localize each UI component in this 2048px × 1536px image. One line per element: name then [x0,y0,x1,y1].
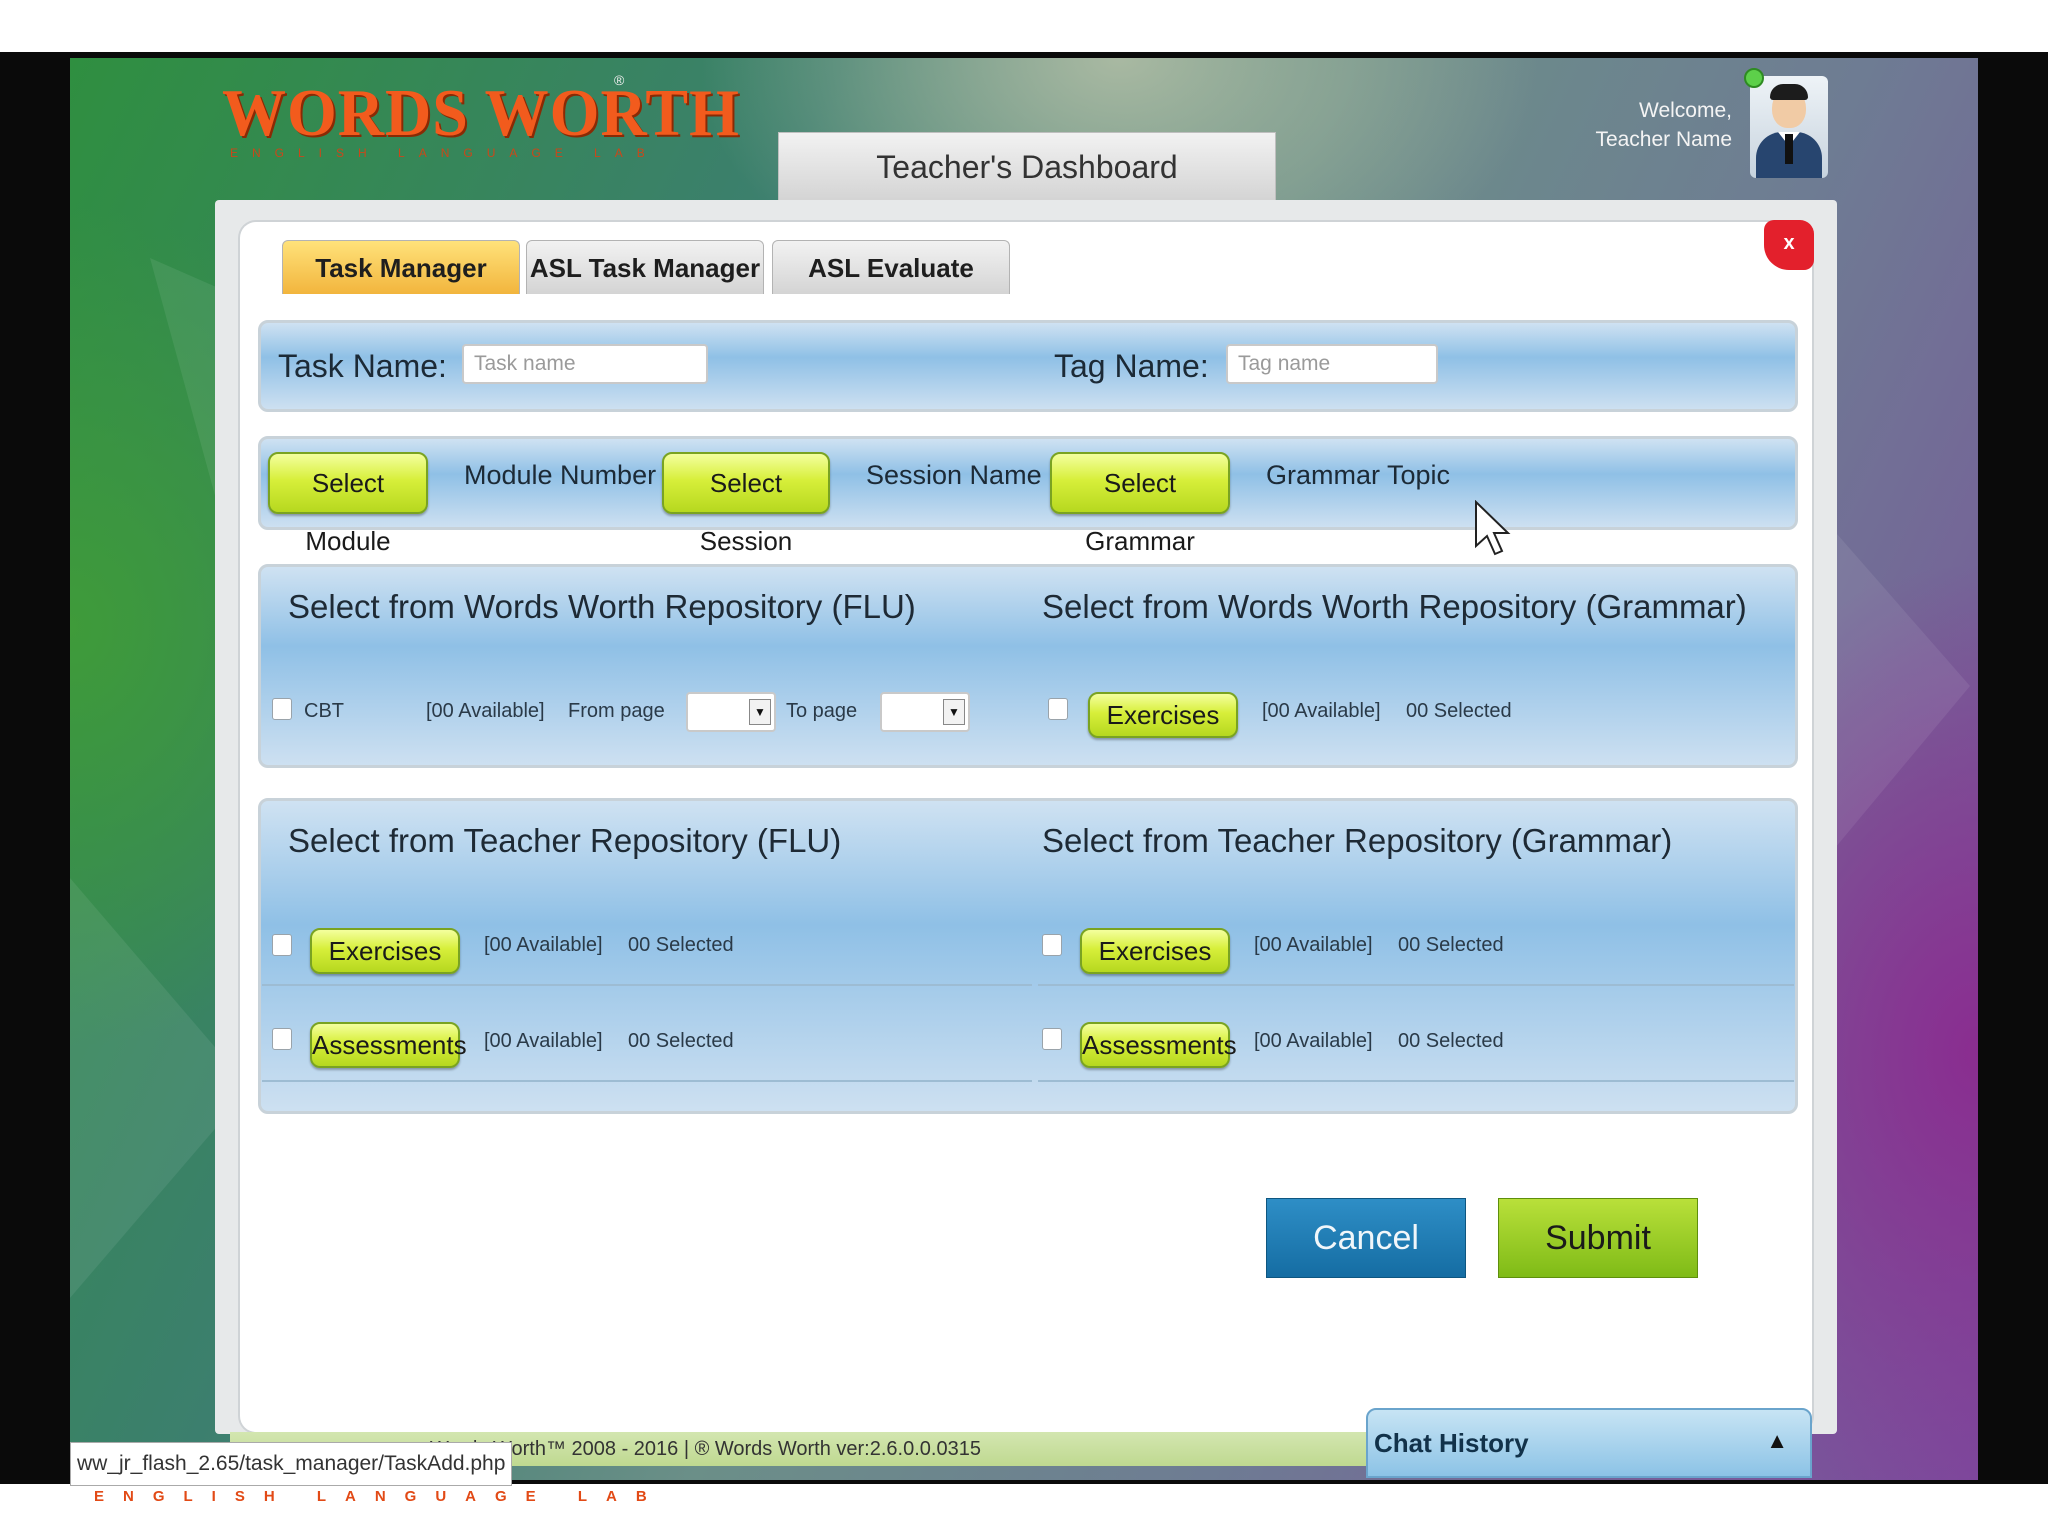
online-status-icon [1744,68,1764,88]
select-session-button[interactable]: Select Session [662,452,830,556]
teacher-flu-exercises-checkbox[interactable] [272,934,292,956]
ww-grammar-exercises-button[interactable]: Exercises [1088,692,1238,738]
row-divider [262,984,1032,986]
session-name-text: Session Name [866,460,1042,490]
tag-name-input[interactable] [1226,344,1438,384]
teacher-flu-exercises-button[interactable]: Exercises [310,928,460,974]
tab-asl-evaluate[interactable]: ASL Evaluate [772,240,1010,294]
teacher-flu-assessments-available: [00 Available] [484,1030,603,1052]
tag-name-label: Tag Name: [1054,348,1209,384]
grammar-topic-text: Grammar Topic [1266,460,1451,490]
select-module-button[interactable]: Select Module [268,452,428,556]
ww-grammar-available: [00 Available] [1262,700,1381,722]
teacher-grammar-exercises-checkbox[interactable] [1042,934,1062,956]
teacher-flu-exercises-available: [00 Available] [484,934,603,956]
chevron-down-icon: ▼ [943,699,965,725]
teacher-grammar-assessments-available: [00 Available] [1254,1030,1373,1052]
logo-subtitle: ENGLISH LANGUAGE LAB [230,146,659,160]
teacher-flu-assessments-checkbox[interactable] [272,1028,292,1050]
to-page-select[interactable]: ▼ [880,692,970,732]
teacher-grammar-exercises-button[interactable]: Exercises [1080,928,1230,974]
module-number-text: Module Number [464,460,657,490]
words-worth-logo: WORDS WORTH ® ENGLISH LANGUAGE LAB [222,72,740,166]
row-divider [1038,984,1794,986]
mouse-cursor-icon [1475,500,1511,556]
avatar-hair [1770,84,1808,100]
status-bar-url: ww_jr_flash_2.65/task_manager/TaskAdd.ph… [70,1442,513,1486]
welcome-message: Welcome, Teacher Name [1540,96,1732,154]
teacher-grammar-assessments-checkbox[interactable] [1042,1028,1062,1050]
chevron-down-icon: ▼ [749,699,771,725]
ww-grammar-checkbox[interactable] [1048,698,1068,720]
welcome-text: Welcome, [1639,99,1732,122]
teacher-flu-assessments-selected: 00 Selected [628,1030,734,1052]
logo-registered: ® [614,72,625,88]
teacher-name: Teacher Name [1595,128,1732,151]
cbt-label: CBT [304,700,344,722]
teacher-grammar-assessments-button[interactable]: Assessments [1080,1022,1237,1068]
expand-arrow-icon[interactable]: ▲ [1766,1428,1788,1454]
ww-grammar-title: Select from Words Worth Repository (Gram… [1042,588,1747,625]
ww-grammar-selected: 00 Selected [1406,700,1512,722]
tab-asl-task-manager[interactable]: ASL Task Manager [526,240,764,294]
from-page-select[interactable]: ▼ [686,692,776,732]
to-page-label: To page [786,700,858,722]
ww-flu-title: Select from Words Worth Repository (FLU) [288,588,916,625]
task-name-input[interactable] [462,344,708,384]
row-divider [262,1080,1032,1082]
avatar-tie [1785,134,1793,164]
select-grammar-button[interactable]: Select Grammar [1050,452,1230,556]
from-page-label: From page [568,700,665,722]
teacher-flu-assessments-button[interactable]: Assessments [310,1022,467,1068]
bottom-tagline: ENGLISH LANGUAGE LAB [94,1488,666,1505]
chat-history-label: Chat History [1374,1428,1529,1458]
task-name-label: Task Name: [278,348,447,384]
teacher-avatar[interactable] [1750,76,1828,178]
cbt-checkbox[interactable] [272,698,292,720]
cbt-available: [00 Available] [426,700,545,722]
tab-task-manager[interactable]: Task Manager [282,240,520,294]
teacher-grammar-exercises-selected: 00 Selected [1398,934,1504,956]
row-divider [1038,1080,1794,1082]
close-button[interactable]: x [1764,220,1814,270]
cancel-button[interactable]: Cancel [1266,1198,1466,1278]
teacher-flu-title: Select from Teacher Repository (FLU) [288,822,842,859]
chat-history-panel[interactable]: Chat History ▲ [1366,1408,1812,1478]
submit-button[interactable]: Submit [1498,1198,1698,1278]
dashboard-title-tab: Teacher's Dashboard [778,132,1276,200]
teacher-grammar-assessments-selected: 00 Selected [1398,1030,1504,1052]
teacher-grammar-exercises-available: [00 Available] [1254,934,1373,956]
teacher-grammar-title: Select from Teacher Repository (Grammar) [1042,822,1673,859]
teacher-flu-exercises-selected: 00 Selected [628,934,734,956]
logo-text: WORDS WORTH [222,75,740,150]
